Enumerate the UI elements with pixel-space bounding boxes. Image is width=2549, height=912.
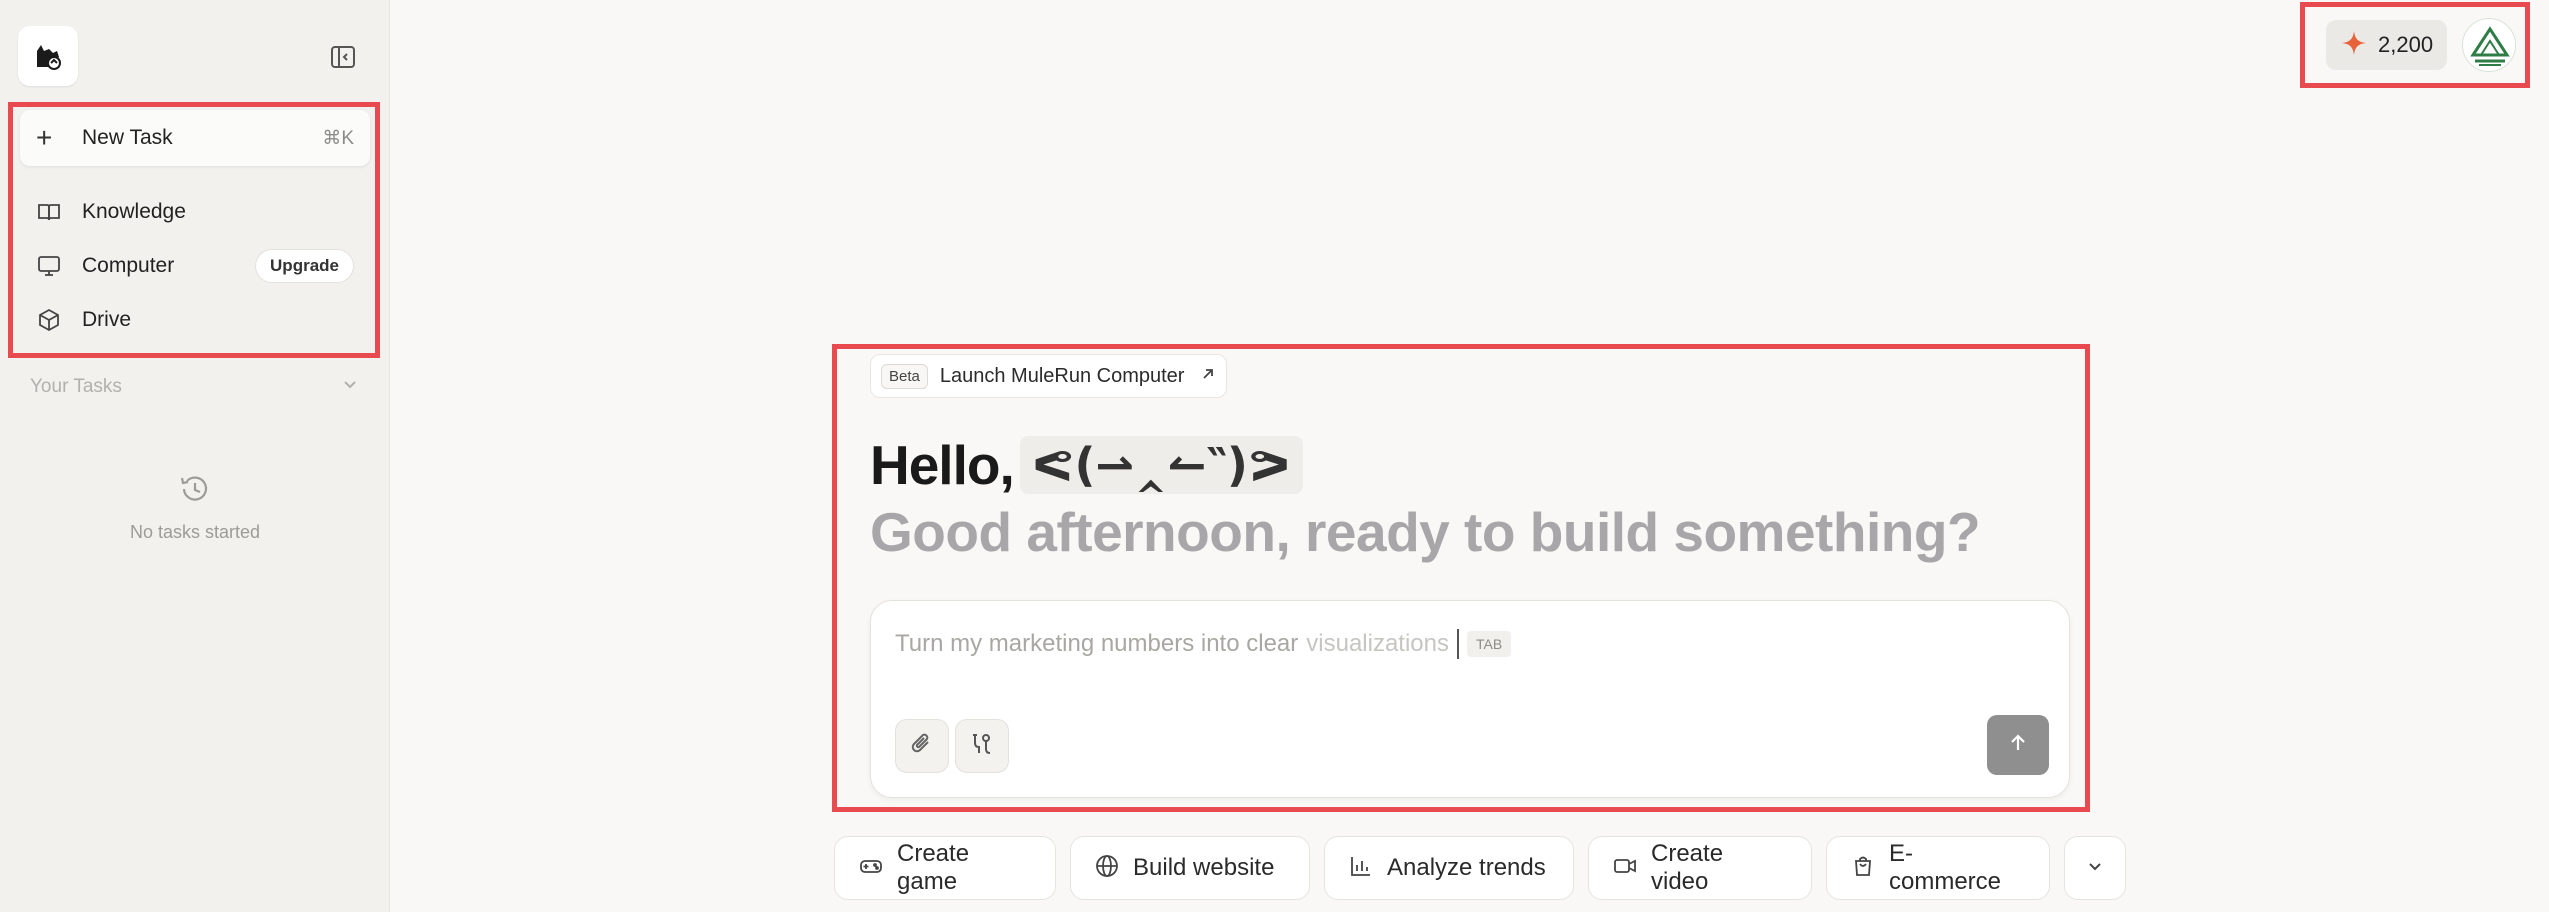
avatar[interactable] — [2462, 18, 2516, 72]
shopping-bag-icon — [1851, 854, 1875, 883]
tab-hint: TAB — [1467, 631, 1512, 657]
user-name: ᕙ(⇀‸↼‶)ᕗ — [1019, 436, 1303, 494]
sidebar-collapse-icon[interactable] — [328, 42, 358, 72]
prompt-placeholder: Turn my marketing numbers into clear — [895, 630, 1299, 657]
chevron-down-icon — [340, 374, 360, 400]
mule-logo-icon[interactable] — [18, 26, 78, 86]
chip-create-video[interactable]: Create video — [1588, 836, 1812, 900]
chip-label: Create video — [1651, 840, 1724, 895]
greeting-text: Good afternoon, ready to build something… — [870, 501, 1981, 563]
chip-label: E-commerce — [1889, 840, 2002, 895]
launch-computer-link[interactable]: Beta Launch MuleRun Computer — [870, 354, 1228, 398]
chip-label: Create game — [897, 840, 970, 895]
paperclip-icon — [909, 731, 935, 762]
arrow-up-icon — [2007, 732, 2029, 759]
attach-button[interactable] — [895, 719, 949, 773]
globe-icon — [1095, 854, 1119, 883]
launch-computer-label: Launch MuleRun Computer — [939, 364, 1185, 387]
beta-badge: Beta — [881, 363, 928, 389]
chevron-down-icon — [2085, 856, 2105, 881]
prompt-input-card[interactable]: Turn my marketing numbers into clear vis… — [870, 600, 2070, 798]
hello-heading: Hello, ᕙ(⇀‸↼‶)ᕗ — [870, 430, 1303, 500]
your-tasks-label: Your Tasks — [30, 376, 122, 397]
chip-e-commerce[interactable]: E-commerce — [1826, 836, 2050, 900]
prompt-placeholder-faded: visualizations — [1306, 630, 1449, 657]
app-root: + New Task ⌘K Knowledge Computer Upgrade… — [0, 0, 2549, 912]
tools-button[interactable] — [955, 719, 1009, 773]
hello-text: Hello, — [870, 434, 1015, 496]
connector-icon — [969, 731, 995, 762]
video-icon — [1613, 854, 1637, 883]
chip-label: Analyze trends — [1387, 854, 1546, 881]
more-chips-button[interactable] — [2064, 836, 2126, 900]
gamepad-icon — [859, 854, 883, 883]
credits-button[interactable]: 2,200 — [2326, 20, 2448, 70]
chip-build-website[interactable]: Build website — [1070, 836, 1310, 900]
credits-count: 2,200 — [2378, 32, 2434, 57]
send-button[interactable] — [1987, 715, 2049, 775]
chip-create-game[interactable]: Create game — [834, 836, 1056, 900]
your-tasks-header[interactable]: Your Tasks — [30, 372, 360, 402]
chip-analyze-trends[interactable]: Analyze trends — [1324, 836, 1574, 900]
chip-label: Build website — [1133, 854, 1275, 881]
history-icon — [178, 472, 212, 506]
prompt-input[interactable]: Turn my marketing numbers into clear vis… — [895, 629, 1512, 659]
text-caret — [1457, 629, 1459, 659]
bar-chart-icon — [1349, 854, 1373, 883]
sparkle-icon — [2340, 29, 2368, 62]
no-tasks-text: No tasks started — [129, 522, 261, 542]
external-arrow-icon — [1200, 366, 1216, 387]
highlight-box-sidebar-nav — [8, 102, 380, 358]
